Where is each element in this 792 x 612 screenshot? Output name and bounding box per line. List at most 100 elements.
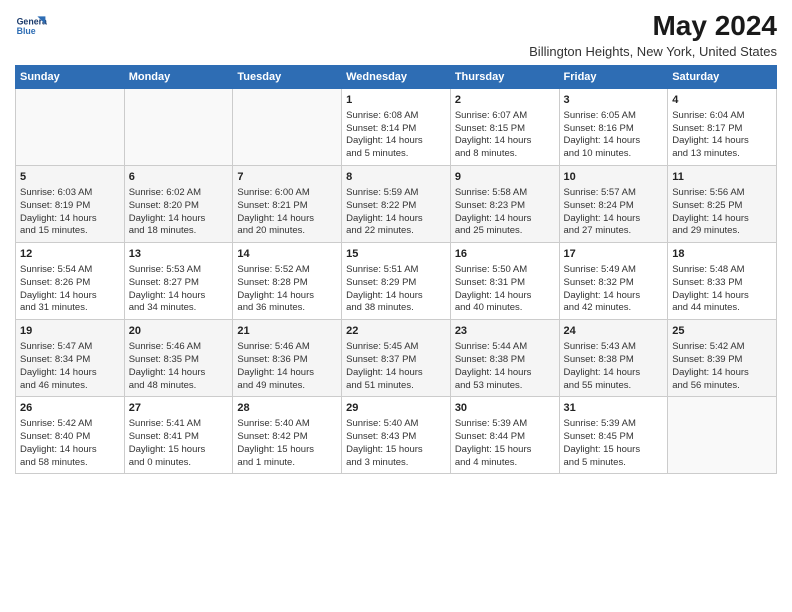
calendar-cell: 30 Sunrise: 5:39 AM Sunset: 8:44 PM Dayli…	[450, 397, 559, 474]
day-info: Sunrise: 6:07 AM Sunset: 8:15 PM Dayligh…	[455, 110, 555, 161]
calendar-cell: 14 Sunrise: 5:52 AM Sunset: 8:28 PM Dayli…	[233, 243, 342, 320]
calendar-week-row: 12 Sunrise: 5:54 AM Sunset: 8:26 PM Dayli…	[16, 243, 777, 320]
calendar-cell	[16, 89, 125, 166]
calendar-cell: 16Sunrise: 5:50 AM Sunset: 8:31 PM Dayli…	[450, 243, 559, 320]
day-info: Sunrise: 5:53 AM Sunset: 8:27 PM Dayligh…	[129, 264, 229, 315]
day-number: 30	[455, 401, 555, 416]
header: General Blue May 2024 Billington Heights…	[15, 10, 777, 59]
day-info: Sunrise: 5:48 AM Sunset: 8:33 PM Dayligh…	[672, 264, 772, 315]
main-title: May 2024	[529, 10, 777, 42]
day-number: 5	[20, 170, 120, 185]
day-info: Sunrise: 6:03 AM Sunset: 8:19 PM Dayligh…	[20, 187, 120, 238]
calendar-cell: 13Sunrise: 5:53 AM Sunset: 8:27 PM Dayli…	[124, 243, 233, 320]
day-number: 25	[672, 324, 772, 339]
day-info: Sunrise: 5:39 AM Sunset: 8:45 PM Dayligh…	[564, 418, 664, 469]
day-info: Sunrise: 5:42 AM Sunset: 8:40 PM Dayligh…	[20, 418, 120, 469]
day-number: 29	[346, 401, 446, 416]
day-info: Sunrise: 5:45 AM Sunset: 8:37 PM Dayligh…	[346, 341, 446, 392]
calendar-cell: 6 Sunrise: 6:02 AM Sunset: 8:20 PM Daylig…	[124, 166, 233, 243]
day-number: 4	[672, 93, 772, 108]
day-number: 27	[129, 401, 229, 416]
day-info: Sunrise: 5:41 AM Sunset: 8:41 PM Dayligh…	[129, 418, 229, 469]
weekday-header-tuesday: Tuesday	[233, 66, 342, 89]
calendar-cell: 10Sunrise: 5:57 AM Sunset: 8:24 PM Dayli…	[559, 166, 668, 243]
general-blue-logo-icon: General Blue	[15, 10, 47, 42]
subtitle: Billington Heights, New York, United Sta…	[529, 44, 777, 59]
day-number: 15	[346, 247, 446, 262]
calendar-cell: 15Sunrise: 5:51 AM Sunset: 8:29 PM Dayli…	[342, 243, 451, 320]
day-number: 17	[564, 247, 664, 262]
calendar-cell: 17 Sunrise: 5:49 AM Sunset: 8:32 PM Dayli…	[559, 243, 668, 320]
calendar-cell: 27 Sunrise: 5:41 AM Sunset: 8:41 PM Dayli…	[124, 397, 233, 474]
day-number: 11	[672, 170, 772, 185]
weekday-header-monday: Monday	[124, 66, 233, 89]
calendar-cell	[233, 89, 342, 166]
calendar-week-row: 1 Sunrise: 6:08 AM Sunset: 8:14 PM Daylig…	[16, 89, 777, 166]
day-number: 12	[20, 247, 120, 262]
weekday-header-sunday: Sunday	[16, 66, 125, 89]
day-number: 3	[564, 93, 664, 108]
calendar-cell: 26 Sunrise: 5:42 AM Sunset: 8:40 PM Dayli…	[16, 397, 125, 474]
calendar-cell: 9 Sunrise: 5:58 AM Sunset: 8:23 PM Daylig…	[450, 166, 559, 243]
calendar-cell: 11 Sunrise: 5:56 AM Sunset: 8:25 PM Dayli…	[668, 166, 777, 243]
calendar-cell: 31 Sunrise: 5:39 AM Sunset: 8:45 PM Dayli…	[559, 397, 668, 474]
calendar-cell: 22 Sunrise: 5:45 AM Sunset: 8:37 PM Dayli…	[342, 320, 451, 397]
calendar-week-row: 5 Sunrise: 6:03 AM Sunset: 8:19 PM Daylig…	[16, 166, 777, 243]
day-info: Sunrise: 5:40 AM Sunset: 8:42 PM Dayligh…	[237, 418, 337, 469]
day-info: Sunrise: 6:08 AM Sunset: 8:14 PM Dayligh…	[346, 110, 446, 161]
calendar-cell: 23Sunrise: 5:44 AM Sunset: 8:38 PM Dayli…	[450, 320, 559, 397]
page: General Blue May 2024 Billington Heights…	[0, 0, 792, 612]
day-number: 9	[455, 170, 555, 185]
weekday-header-thursday: Thursday	[450, 66, 559, 89]
day-number: 18	[672, 247, 772, 262]
day-number: 1	[346, 93, 446, 108]
day-info: Sunrise: 5:39 AM Sunset: 8:44 PM Dayligh…	[455, 418, 555, 469]
day-info: Sunrise: 5:56 AM Sunset: 8:25 PM Dayligh…	[672, 187, 772, 238]
day-info: Sunrise: 5:54 AM Sunset: 8:26 PM Dayligh…	[20, 264, 120, 315]
day-number: 24	[564, 324, 664, 339]
calendar-week-row: 26 Sunrise: 5:42 AM Sunset: 8:40 PM Dayli…	[16, 397, 777, 474]
day-info: Sunrise: 5:58 AM Sunset: 8:23 PM Dayligh…	[455, 187, 555, 238]
calendar-cell: 18 Sunrise: 5:48 AM Sunset: 8:33 PM Dayli…	[668, 243, 777, 320]
calendar-cell: 20 Sunrise: 5:46 AM Sunset: 8:35 PM Dayli…	[124, 320, 233, 397]
day-number: 8	[346, 170, 446, 185]
calendar-cell: 24 Sunrise: 5:43 AM Sunset: 8:38 PM Dayli…	[559, 320, 668, 397]
calendar-cell: 28Sunrise: 5:40 AM Sunset: 8:42 PM Dayli…	[233, 397, 342, 474]
day-info: Sunrise: 5:43 AM Sunset: 8:38 PM Dayligh…	[564, 341, 664, 392]
calendar-cell: 8 Sunrise: 5:59 AM Sunset: 8:22 PM Daylig…	[342, 166, 451, 243]
day-number: 14	[237, 247, 337, 262]
day-number: 21	[237, 324, 337, 339]
calendar-cell: 3 Sunrise: 6:05 AM Sunset: 8:16 PM Daylig…	[559, 89, 668, 166]
day-info: Sunrise: 5:40 AM Sunset: 8:43 PM Dayligh…	[346, 418, 446, 469]
weekday-header-saturday: Saturday	[668, 66, 777, 89]
day-info: Sunrise: 5:49 AM Sunset: 8:32 PM Dayligh…	[564, 264, 664, 315]
calendar-cell: 29 Sunrise: 5:40 AM Sunset: 8:43 PM Dayli…	[342, 397, 451, 474]
day-info: Sunrise: 5:57 AM Sunset: 8:24 PM Dayligh…	[564, 187, 664, 238]
day-number: 2	[455, 93, 555, 108]
calendar-cell: 5 Sunrise: 6:03 AM Sunset: 8:19 PM Daylig…	[16, 166, 125, 243]
weekday-header-friday: Friday	[559, 66, 668, 89]
day-info: Sunrise: 5:46 AM Sunset: 8:35 PM Dayligh…	[129, 341, 229, 392]
day-info: Sunrise: 5:46 AM Sunset: 8:36 PM Dayligh…	[237, 341, 337, 392]
day-info: Sunrise: 6:05 AM Sunset: 8:16 PM Dayligh…	[564, 110, 664, 161]
day-number: 22	[346, 324, 446, 339]
day-info: Sunrise: 6:02 AM Sunset: 8:20 PM Dayligh…	[129, 187, 229, 238]
calendar-cell: 7 Sunrise: 6:00 AM Sunset: 8:21 PM Daylig…	[233, 166, 342, 243]
day-info: Sunrise: 5:44 AM Sunset: 8:38 PM Dayligh…	[455, 341, 555, 392]
day-info: Sunrise: 5:42 AM Sunset: 8:39 PM Dayligh…	[672, 341, 772, 392]
calendar-cell	[124, 89, 233, 166]
title-block: May 2024 Billington Heights, New York, U…	[529, 10, 777, 59]
svg-text:Blue: Blue	[17, 26, 36, 36]
calendar-cell	[668, 397, 777, 474]
day-info: Sunrise: 5:59 AM Sunset: 8:22 PM Dayligh…	[346, 187, 446, 238]
calendar-cell: 19Sunrise: 5:47 AM Sunset: 8:34 PM Dayli…	[16, 320, 125, 397]
day-info: Sunrise: 5:52 AM Sunset: 8:28 PM Dayligh…	[237, 264, 337, 315]
calendar-cell: 12 Sunrise: 5:54 AM Sunset: 8:26 PM Dayli…	[16, 243, 125, 320]
calendar-cell: 21 Sunrise: 5:46 AM Sunset: 8:36 PM Dayli…	[233, 320, 342, 397]
day-number: 7	[237, 170, 337, 185]
day-number: 26	[20, 401, 120, 416]
day-number: 20	[129, 324, 229, 339]
day-number: 6	[129, 170, 229, 185]
day-info: Sunrise: 6:00 AM Sunset: 8:21 PM Dayligh…	[237, 187, 337, 238]
day-number: 31	[564, 401, 664, 416]
